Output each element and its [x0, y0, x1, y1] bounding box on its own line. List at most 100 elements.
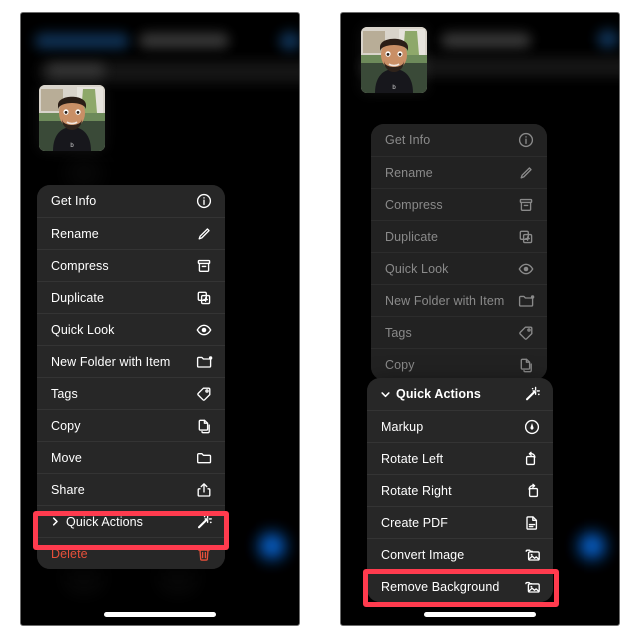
pencil-icon [195, 225, 213, 243]
home-indicator [424, 612, 536, 617]
quick-actions-submenu[interactable]: Quick Actions Markup Rotate Left Rotate Rig… [367, 378, 553, 602]
file-thumbnail[interactable]: b [361, 27, 427, 93]
menu-item-remove-background[interactable]: Remove Background [367, 570, 553, 602]
submenu-header-quick-actions[interactable]: Quick Actions [367, 378, 553, 410]
copy-icon [195, 417, 213, 435]
menu-item-label: Copy [51, 418, 81, 433]
menu-item-copy: Copy [371, 348, 547, 380]
menu-item-label: Tags [385, 325, 412, 340]
menu-item-duplicate[interactable]: Duplicate [37, 281, 225, 313]
remove-background-icon [523, 578, 541, 596]
menu-item-rotate-left[interactable]: Rotate Left [367, 442, 553, 474]
left-phone-frame: b Get Info Rename Compress Duplicate Quick L… [0, 0, 320, 640]
menu-item-new-folder-with-item: New Folder with Item [371, 284, 547, 316]
menu-item-label: Delete [51, 546, 88, 561]
menu-item-label: Compress [385, 197, 443, 212]
menu-item-label: Duplicate [385, 229, 439, 244]
menu-item-create-pdf[interactable]: Create PDF [367, 506, 553, 538]
trash-icon [195, 545, 213, 563]
menu-item-label: Rename [385, 165, 433, 180]
magic-wand-icon [195, 513, 213, 531]
blurred-blue-badge [259, 533, 285, 559]
menu-item-markup[interactable]: Markup [367, 410, 553, 442]
menu-item-label: Create PDF [381, 515, 448, 530]
info-circle-icon [195, 192, 213, 210]
menu-item-label: Quick Actions [66, 514, 144, 529]
duplicate-icon [195, 289, 213, 307]
menu-item-label: Get Info [385, 133, 431, 147]
menu-item-label: Share [51, 482, 85, 497]
menu-item-rename: Rename [371, 156, 547, 188]
document-icon [523, 514, 541, 532]
menu-item-label: Quick Actions [396, 387, 481, 401]
menu-item-get-info[interactable]: Get Info [37, 185, 225, 217]
menu-item-label: Compress [51, 258, 109, 273]
menu-item-label: Copy [385, 357, 415, 372]
folder-icon [195, 449, 213, 467]
left-phone-screen: b Get Info Rename Compress Duplicate Quick L… [20, 12, 300, 626]
eye-icon [517, 260, 535, 278]
menu-item-label: Tags [51, 386, 78, 401]
context-menu[interactable]: Get Info Rename Compress Duplicate Quick Loo… [37, 185, 225, 569]
copy-icon [517, 356, 535, 374]
menu-item-quick-look[interactable]: Quick Look [37, 313, 225, 345]
menu-item-label: Get Info [51, 194, 97, 208]
menu-item-label: Quick Look [385, 261, 449, 276]
share-icon [195, 481, 213, 499]
rotate-left-icon [523, 450, 541, 468]
archive-box-icon [517, 196, 535, 214]
menu-item-quick-look: Quick Look [371, 252, 547, 284]
menu-item-duplicate: Duplicate [371, 220, 547, 252]
menu-item-quick-actions[interactable]: Quick Actions [37, 505, 225, 537]
menu-item-get-info: Get Info [371, 124, 547, 156]
menu-item-label: Remove Background [381, 579, 500, 594]
menu-item-label: Rename [51, 226, 99, 241]
menu-item-label: Convert Image [381, 547, 465, 562]
blurred-blue-badge [579, 533, 605, 559]
new-folder-icon [195, 353, 213, 371]
pencil-icon [517, 164, 535, 182]
menu-item-rename[interactable]: Rename [37, 217, 225, 249]
convert-image-icon [523, 546, 541, 564]
blurred-nav-title [441, 33, 531, 48]
menu-item-rotate-right[interactable]: Rotate Right [367, 474, 553, 506]
rotate-right-icon [523, 482, 541, 500]
menu-item-tags: Tags [371, 316, 547, 348]
menu-item-convert-image[interactable]: Convert Image [367, 538, 553, 570]
menu-item-tags[interactable]: Tags [37, 377, 225, 409]
right-phone-frame: b Get Info Rename Compress Duplicate Quick L… [320, 0, 640, 640]
menu-item-label: New Folder with Item [385, 293, 505, 308]
menu-item-copy[interactable]: Copy [37, 409, 225, 441]
blurred-nav-action [279, 31, 299, 51]
menu-item-label: New Folder with Item [51, 354, 171, 369]
background-glow [67, 165, 101, 181]
background-glow [161, 569, 195, 587]
menu-item-compress[interactable]: Compress [37, 249, 225, 281]
blurred-nav-back [35, 33, 129, 49]
menu-item-move[interactable]: Move [37, 441, 225, 473]
menu-item-new-folder-with-item[interactable]: New Folder with Item [37, 345, 225, 377]
blurred-nav-title [139, 33, 229, 48]
menu-item-label: Duplicate [51, 290, 105, 305]
new-folder-icon [517, 292, 535, 310]
chevron-right-icon [51, 517, 61, 526]
menu-item-compress: Compress [371, 188, 547, 220]
menu-item-share[interactable]: Share [37, 473, 225, 505]
menu-item-label: Rotate Left [381, 451, 444, 466]
menu-item-label: Move [51, 450, 82, 465]
blurred-search-text [47, 64, 105, 77]
info-circle-icon [517, 131, 535, 149]
menu-item-label: Markup [381, 419, 424, 434]
menu-item-label: Quick Look [51, 322, 115, 337]
file-thumbnail[interactable]: b [39, 85, 105, 151]
archive-box-icon [195, 257, 213, 275]
blurred-nav-action [597, 29, 619, 49]
menu-item-label: Rotate Right [381, 483, 452, 498]
right-phone-screen: b Get Info Rename Compress Duplicate Quick L… [340, 12, 620, 626]
chevron-down-icon [381, 390, 391, 399]
menu-item-delete[interactable]: Delete [37, 537, 225, 569]
background-glow [67, 569, 101, 587]
screenshot-root: b Get Info Rename Compress Duplicate Quick L… [0, 0, 640, 640]
tag-icon [517, 324, 535, 342]
home-indicator [104, 612, 216, 617]
